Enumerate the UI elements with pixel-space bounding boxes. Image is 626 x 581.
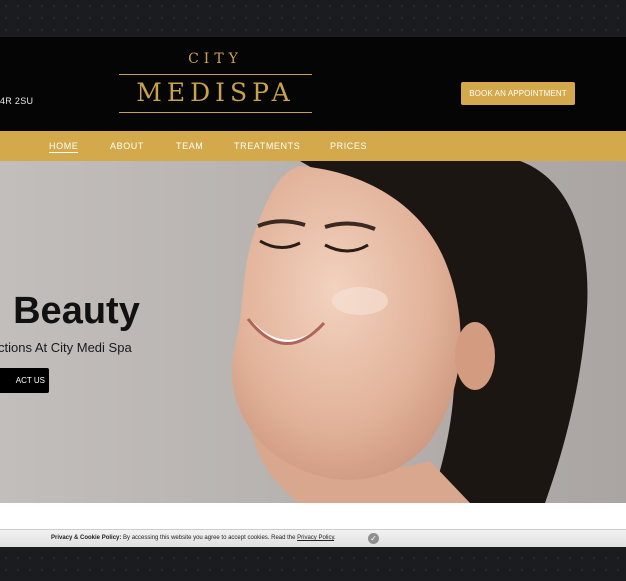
contact-us-button[interactable]: ACT US <box>0 368 49 393</box>
address-postcode: 4R 2SU <box>0 96 34 106</box>
cookie-policy-tail: . <box>334 535 336 541</box>
cookie-notice-bar: Privacy & Cookie Policy: By accessing th… <box>0 529 626 547</box>
nav-item-about[interactable]: ABOUT <box>110 131 144 161</box>
nav-item-prices[interactable]: PRICES <box>330 131 367 161</box>
nav-item-treatments[interactable]: TREATMENTS <box>234 131 300 161</box>
cookie-policy-label: Privacy & Cookie Policy: <box>51 535 122 541</box>
logo-city-text: CITY <box>188 51 243 67</box>
hero-subtitle: ctions At City Medi Spa <box>0 340 132 355</box>
logo-top-rule <box>119 74 312 75</box>
main-nav: HOME ABOUT TEAM TREATMENTS PRICES <box>0 131 626 161</box>
logo-bottom-rule <box>119 112 312 113</box>
cookie-notice-text: Privacy & Cookie Policy: By accessing th… <box>51 535 336 541</box>
book-appointment-button[interactable]: BOOK AN APPOINTMENT <box>461 82 575 105</box>
nav-item-home[interactable]: HOME <box>49 131 79 161</box>
hero-title: l Beauty <box>0 290 140 332</box>
privacy-policy-link[interactable]: Privacy Policy <box>297 535 334 541</box>
logo-medispa-text: MEDISPA <box>136 78 295 107</box>
site-header: 4R 2SU CITY MEDISPA BOOK AN APPOINTMENT <box>0 37 626 131</box>
nav-item-team[interactable]: TEAM <box>176 131 203 161</box>
cookie-policy-message: By accessing this website you agree to a… <box>121 535 298 541</box>
hero-section: l Beauty ctions At City Medi Spa ACT US <box>0 161 626 503</box>
site-logo[interactable]: CITY MEDISPA <box>119 51 312 115</box>
browser-page: 4R 2SU CITY MEDISPA BOOK AN APPOINTMENT … <box>0 37 626 547</box>
accept-cookies-check-icon[interactable]: ✓ <box>368 533 379 544</box>
